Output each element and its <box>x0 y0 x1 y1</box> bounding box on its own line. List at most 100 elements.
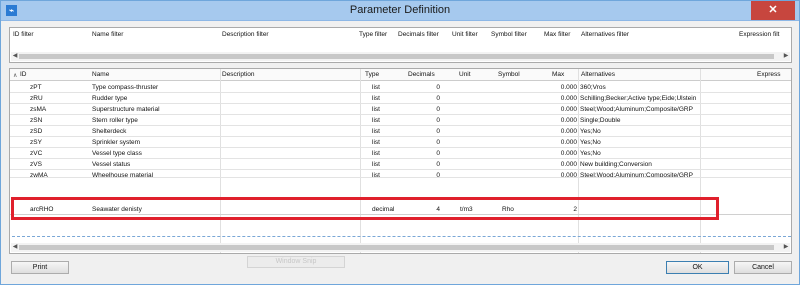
cell-id[interactable]: zSN <box>30 116 42 125</box>
cell-name[interactable]: Superstructure material <box>92 105 160 114</box>
column-header-name[interactable]: Name <box>92 70 109 79</box>
close-button[interactable]: ✕ <box>751 1 795 20</box>
cell-alternatives[interactable]: New building;Conversion <box>580 160 652 169</box>
grid-horizontal-scrollbar[interactable]: ◀ ▶ <box>11 243 790 252</box>
scrollbar-thumb[interactable] <box>19 245 774 250</box>
column-header-description[interactable]: Description <box>222 70 255 79</box>
filter-header-max[interactable]: Max filter <box>544 31 570 38</box>
cancel-button[interactable]: Cancel <box>734 261 792 274</box>
cell-name[interactable]: Wheelhouse material <box>92 171 153 177</box>
scroll-right-icon[interactable]: ▶ <box>782 243 790 252</box>
filter-header-id[interactable]: ID filter <box>13 31 34 38</box>
cell-id[interactable]: zSD <box>30 127 42 136</box>
filter-header-name[interactable]: Name filter <box>92 31 123 38</box>
window-title: Parameter Definition <box>349 4 451 16</box>
table-row[interactable]: zwMA Wheelhouse material list 0 0.000 Steel;W… <box>10 170 791 178</box>
cell-max[interactable]: 0.000 <box>550 94 577 103</box>
cell-name[interactable]: Sprinkler system <box>92 138 140 147</box>
column-header-unit[interactable]: Unit <box>459 70 471 79</box>
cell-type[interactable]: list <box>372 160 380 169</box>
cell-max[interactable]: 0.000 <box>550 138 577 147</box>
table-row[interactable]: zVC Vessel type class list 0 0.000 Yes;No <box>10 148 791 159</box>
cell-name[interactable]: Type compass-thruster <box>92 83 158 92</box>
filter-header-type[interactable]: Type filter <box>359 31 387 38</box>
cell-type[interactable]: list <box>372 83 380 92</box>
cell-type[interactable]: list <box>372 94 380 103</box>
cell-max[interactable]: 0.000 <box>550 127 577 136</box>
filter-header-decimals[interactable]: Decimals filter <box>398 31 439 38</box>
cell-id[interactable]: zsMA <box>30 105 46 114</box>
print-button[interactable]: Print <box>11 261 69 274</box>
cell-id[interactable]: zVC <box>30 149 42 158</box>
column-header-decimals[interactable]: Decimals <box>408 70 435 79</box>
column-header-max[interactable]: Max <box>552 70 564 79</box>
cell-alternatives[interactable]: Steel;Wood;Aluminum;Composite/GRP <box>580 105 693 114</box>
table-row[interactable]: zSD Shelterdeck list 0 0.000 Yes;No <box>10 126 791 137</box>
cell-id[interactable]: zPT <box>30 83 42 92</box>
cell-max[interactable]: 0.000 <box>550 171 577 177</box>
table-row[interactable]: zRU Rudder type list 0 0.000 Schilling;Becker… <box>10 93 791 104</box>
cell-decimals[interactable]: 0 <box>430 105 440 114</box>
table-row[interactable]: zSN Stern roller type list 0 0.000 Single;Dou… <box>10 115 791 126</box>
cell-alternatives[interactable]: Schilling;Becker;Active type;Eide;Ulstei… <box>580 94 696 103</box>
cell-decimals[interactable]: 0 <box>430 138 440 147</box>
column-header-type[interactable]: Type <box>365 70 379 79</box>
cell-id[interactable]: zVS <box>30 160 42 169</box>
cell-max[interactable]: 0.000 <box>550 149 577 158</box>
cell-name[interactable]: Vessel type class <box>92 149 142 158</box>
table-row[interactable]: zVS Vessel status list 0 0.000 New building;C… <box>10 159 791 170</box>
cell-decimals[interactable]: 0 <box>430 171 440 177</box>
cell-id[interactable]: zwMA <box>30 171 48 177</box>
cell-max[interactable]: 0.000 <box>550 160 577 169</box>
table-row[interactable]: zsMA Superstructure material list 0 0.000 Ste… <box>10 104 791 115</box>
cell-max[interactable]: 0.000 <box>550 83 577 92</box>
filter-header-expression[interactable]: Expression filt <box>739 31 779 38</box>
cell-decimals[interactable]: 0 <box>430 83 440 92</box>
column-header-alternatives[interactable]: Alternatives <box>581 70 615 79</box>
scrollbar-thumb[interactable] <box>19 54 774 59</box>
cell-name[interactable]: Vessel status <box>92 160 130 169</box>
column-header-id[interactable]: ID <box>20 70 27 79</box>
cell-alternatives[interactable]: Single;Double <box>580 116 620 125</box>
column-header-symbol[interactable]: Symbol <box>498 70 520 79</box>
cell-max[interactable]: 0.000 <box>550 116 577 125</box>
filter-header-symbol[interactable]: Symbol filter <box>491 31 527 38</box>
cell-alternatives[interactable]: Steel;Wood;Aluminum;Composite/GRP <box>580 171 693 177</box>
cell-decimals[interactable]: 0 <box>430 116 440 125</box>
cell-name[interactable]: Stern roller type <box>92 116 138 125</box>
cell-type[interactable]: list <box>372 149 380 158</box>
filter-header-alternatives[interactable]: Alternatives filter <box>581 31 629 38</box>
scroll-right-icon[interactable]: ▶ <box>782 52 790 61</box>
cell-name[interactable]: Rudder type <box>92 94 127 103</box>
cell-type[interactable]: list <box>372 127 380 136</box>
table-row[interactable]: zSY Sprinkler system list 0 0.000 Yes;No <box>10 137 791 148</box>
cell-max[interactable]: 0.000 <box>550 105 577 114</box>
ok-button[interactable]: OK <box>666 261 729 274</box>
cell-alternatives[interactable]: 360;Vros <box>580 83 606 92</box>
filter-header-description[interactable]: Description filter <box>222 31 269 38</box>
sort-ascending-icon[interactable]: ∧ <box>13 72 17 79</box>
cell-type[interactable]: list <box>372 138 380 147</box>
cell-type[interactable]: list <box>372 116 380 125</box>
cell-decimals[interactable]: 0 <box>430 149 440 158</box>
scroll-left-icon[interactable]: ◀ <box>11 243 19 252</box>
cell-decimals[interactable]: 0 <box>430 127 440 136</box>
cell-id[interactable]: zRU <box>30 94 43 103</box>
cell-type[interactable]: list <box>372 171 380 177</box>
new-row-placeholder[interactable] <box>12 236 791 237</box>
cell-decimals[interactable]: 0 <box>430 160 440 169</box>
parameter-definition-dialog: ⌁ Parameter Definition ✕ ID filter Name … <box>0 0 800 285</box>
filter-header-unit[interactable]: Unit filter <box>452 31 478 38</box>
cell-alternatives[interactable]: Yes;No <box>580 138 601 147</box>
cell-id[interactable]: zSY <box>30 138 42 147</box>
cell-alternatives[interactable]: Yes;No <box>580 127 601 136</box>
title-bar[interactable]: ⌁ Parameter Definition ✕ <box>1 1 799 21</box>
column-header-expression[interactable]: Express <box>757 70 780 79</box>
scroll-left-icon[interactable]: ◀ <box>11 52 19 61</box>
cell-alternatives[interactable]: Yes;No <box>580 149 601 158</box>
cell-decimals[interactable]: 0 <box>430 94 440 103</box>
cell-name[interactable]: Shelterdeck <box>92 127 126 136</box>
filter-horizontal-scrollbar[interactable]: ◀ ▶ <box>11 52 790 61</box>
cell-type[interactable]: list <box>372 105 380 114</box>
table-row[interactable]: zPT Type compass-thruster list 0 0.000 360;Vr… <box>10 82 791 93</box>
